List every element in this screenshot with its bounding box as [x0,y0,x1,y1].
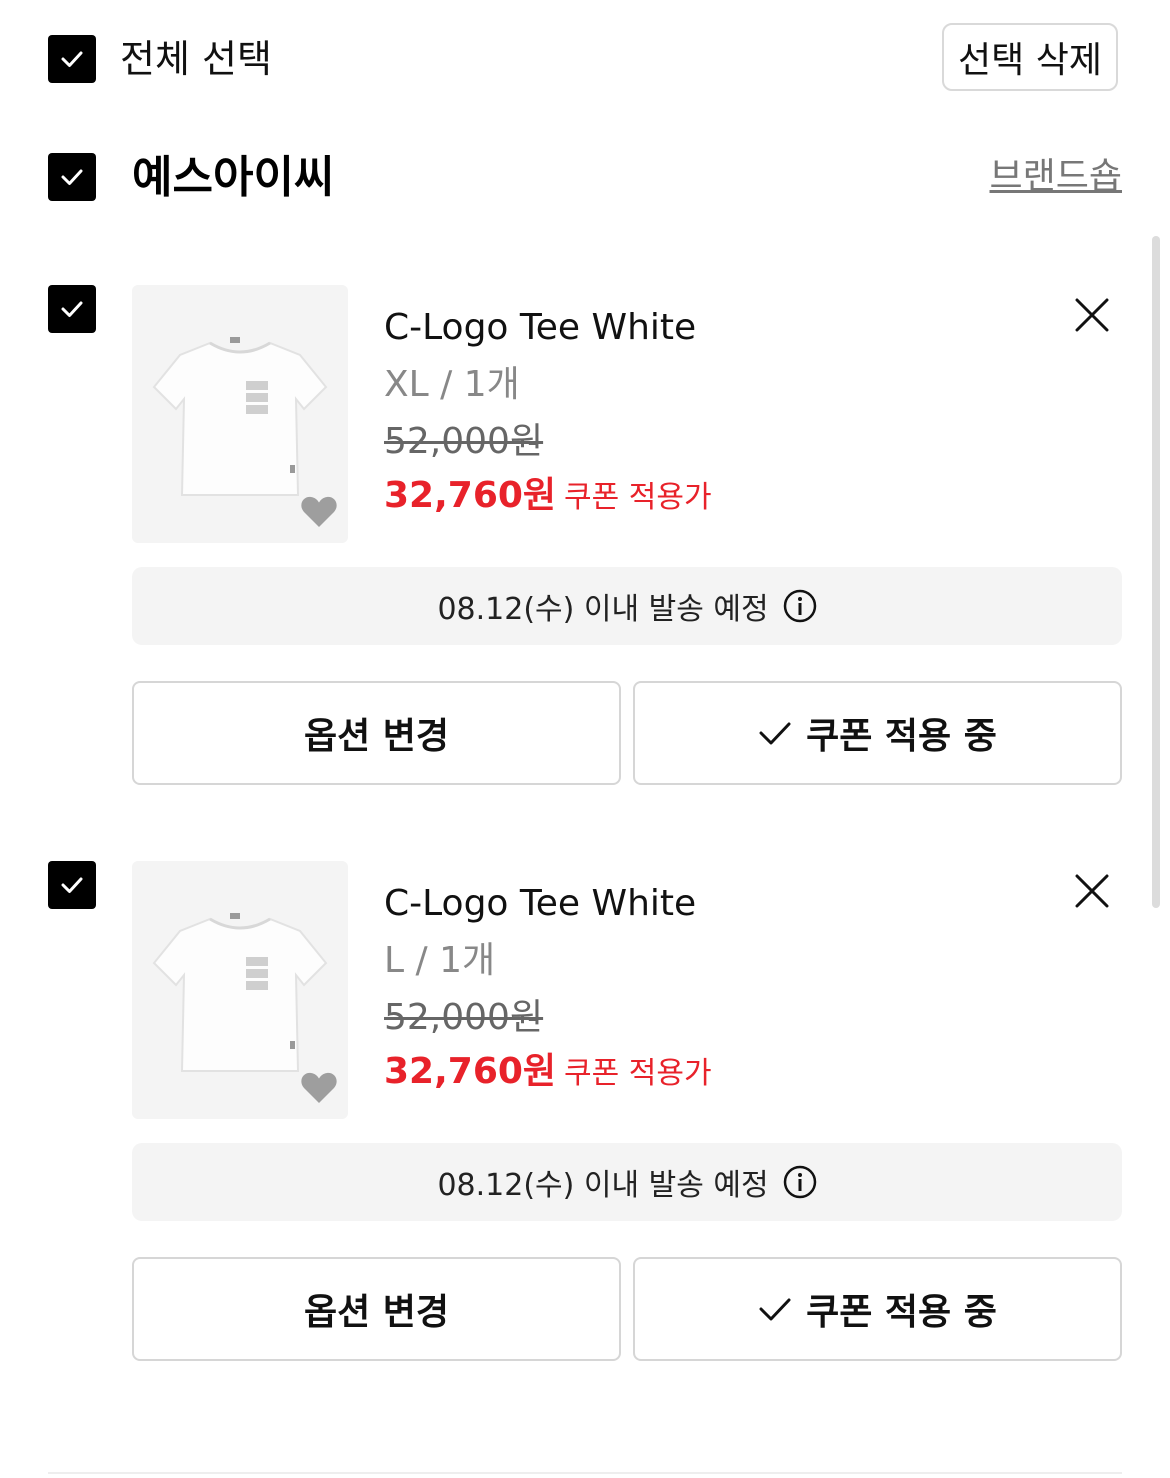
original-price: 52,000원 [384,997,544,1038]
select-all-checkbox[interactable] [48,35,96,83]
check-icon [759,722,791,745]
checkmark-icon [61,877,83,893]
product-option: XL / 1개 [384,364,520,405]
price-row: 32,760원 쿠폰 적용가 [384,472,712,520]
shipping-info: 08.12(수) 이내 발송 예정 [132,1143,1122,1221]
heart-icon[interactable] [300,495,338,529]
check-icon [759,1298,791,1321]
shipping-text: 08.12(수) 이내 발송 예정 [437,592,769,627]
sale-price: 32,760원 [384,475,557,516]
scrollbar[interactable] [1152,236,1160,908]
checkmark-icon [61,169,83,185]
item-checkbox[interactable] [48,285,96,333]
heart-icon[interactable] [300,1071,338,1105]
item-checkbox[interactable] [48,861,96,909]
delete-selected-button[interactable]: 선택 삭제 [942,23,1118,91]
product-name[interactable]: C-Logo Tee White [384,882,696,926]
original-price: 52,000원 [384,421,544,462]
coupon-applied-label: 쿠폰 적용 중 [806,716,997,757]
change-option-button[interactable]: 옵션 변경 [132,681,621,785]
info-icon[interactable] [783,589,817,623]
product-name[interactable]: C-Logo Tee White [384,306,696,350]
t-shirt-image [152,913,328,1072]
product-option: L / 1개 [384,940,496,981]
coupon-applied-label: 쿠폰 적용 중 [806,1292,997,1333]
coupon-applied-button[interactable]: 쿠폰 적용 중 [633,681,1122,785]
shipping-text: 08.12(수) 이내 발송 예정 [437,1168,769,1203]
checkmark-icon [61,301,83,317]
section-divider [48,1472,1122,1474]
change-option-button[interactable]: 옵션 변경 [132,1257,621,1361]
info-icon[interactable] [783,1165,817,1199]
price-row: 32,760원 쿠폰 적용가 [384,1048,712,1096]
change-option-label: 옵션 변경 [303,1292,449,1333]
coupon-price-label: 쿠폰 적용가 [564,480,712,515]
shipping-info: 08.12(수) 이내 발송 예정 [132,567,1122,645]
checkmark-icon [61,51,83,67]
coupon-price-label: 쿠폰 적용가 [564,1056,712,1091]
close-icon[interactable] [1075,298,1109,332]
brand-name: 예스아이씨 [132,152,335,203]
product-image[interactable] [132,861,348,1119]
brand-checkbox[interactable] [48,153,96,201]
close-icon[interactable] [1075,874,1109,908]
coupon-applied-button[interactable]: 쿠폰 적용 중 [633,1257,1122,1361]
change-option-label: 옵션 변경 [303,716,449,757]
t-shirt-image [152,337,328,496]
product-image[interactable] [132,285,348,543]
brand-shop-link[interactable]: 브랜드숍 [990,155,1122,199]
sale-price: 32,760원 [384,1051,557,1092]
select-all-label: 전체 선택 [120,37,272,81]
